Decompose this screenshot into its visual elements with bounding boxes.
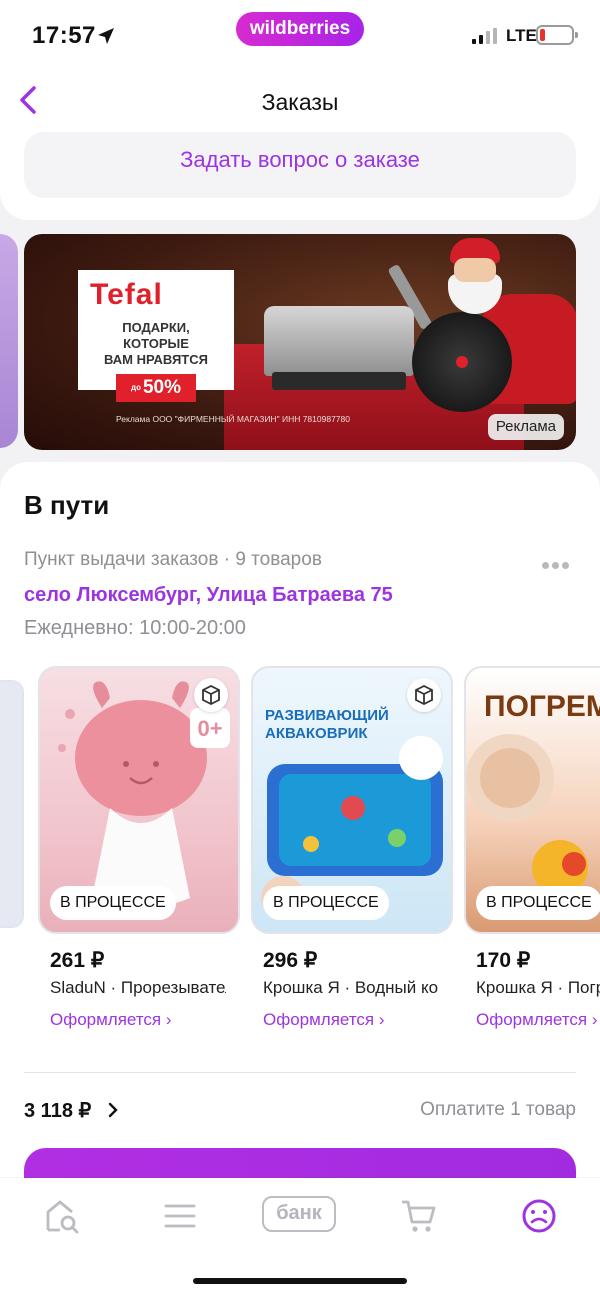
status-badge: В ПРОЦЕССЕ xyxy=(476,886,600,920)
product-price: 170 ₽ xyxy=(476,949,531,972)
status-badge: В ПРОЦЕССЕ xyxy=(263,886,389,920)
discount-badge: до 50% xyxy=(116,374,196,402)
chevron-right-icon[interactable] xyxy=(106,1102,120,1118)
pickup-hours: Ежедневно: 10:00-20:00 xyxy=(24,617,246,639)
status-bar: 17:57 wildberries LTE xyxy=(0,0,600,72)
order-status-link[interactable]: Оформляется › xyxy=(50,1010,172,1030)
tab-bar: банк xyxy=(0,1178,600,1297)
package-icon xyxy=(194,678,228,712)
product-price: 261 ₽ xyxy=(50,949,105,972)
product-description: SladuN · Прорезыватель xyxy=(50,978,226,997)
ad-legal-text: Реклама ООО "ФИРМЕННЫЙ МАГАЗИН" ИНН 7810… xyxy=(116,414,350,424)
signal-icon xyxy=(472,28,497,44)
product-description: Крошка Я · Погремушка xyxy=(476,978,600,997)
location-arrow-icon xyxy=(98,28,114,44)
product-image[interactable]: 0+ В ПРОЦЕССЕ xyxy=(38,666,240,934)
product-description: Крошка Я · Водный коврик xyxy=(263,978,439,997)
more-options-icon[interactable] xyxy=(542,556,572,574)
brand-logo: Tefal xyxy=(90,278,163,311)
frying-pan-image xyxy=(412,312,512,412)
brand-badge: wildberries xyxy=(236,12,364,46)
products-carousel[interactable]: 0+ В ПРОЦЕССЕ 261 ₽ SladuN · Прорезывате… xyxy=(0,666,600,1046)
package-icon xyxy=(407,678,441,712)
grill-image xyxy=(264,306,414,390)
home-indicator xyxy=(193,1278,407,1284)
order-status-link[interactable]: Оформляется › xyxy=(476,1010,598,1030)
product-image[interactable]: ПОГРЕМ В ПРОЦЕССЕ xyxy=(464,666,600,934)
svg-text:ПОГРЕМ: ПОГРЕМ xyxy=(484,690,600,723)
product-price: 296 ₽ xyxy=(263,949,318,972)
order-status-link[interactable]: Оформляется › xyxy=(263,1010,385,1030)
network-type: LTE xyxy=(506,26,537,45)
ask-question-button[interactable]: Задать вопрос о заказе xyxy=(24,132,576,198)
pickup-address[interactable]: село Люксембург, Улица Батраева 75 xyxy=(24,584,393,607)
svg-text:0+: 0+ xyxy=(197,716,222,741)
status-badge: В ПРОЦЕССЕ xyxy=(50,886,176,920)
ad-label: Реклама xyxy=(487,414,564,440)
discount-value: 50% xyxy=(142,377,181,399)
santa-image xyxy=(442,238,512,318)
cart-icon[interactable] xyxy=(388,1196,448,1236)
page-title: Заказы xyxy=(261,89,339,115)
svg-text:АКВАКОВРИК: АКВАКОВРИК xyxy=(265,725,368,742)
section-title: В пути xyxy=(24,490,110,520)
divider xyxy=(24,1072,576,1073)
profile-icon[interactable] xyxy=(509,1196,569,1236)
order-total[interactable]: 3 118 ₽ xyxy=(24,1098,91,1123)
promo-line-2: КОТОРЫЕ xyxy=(123,336,189,351)
pickup-point-info: Пункт выдачи заказов · 9 товаров xyxy=(24,549,322,570)
bank-tab[interactable]: банк xyxy=(262,1196,336,1232)
battery-icon xyxy=(536,25,578,45)
discount-prefix: до xyxy=(131,383,141,392)
payment-hint: Оплатите 1 товар xyxy=(420,1099,576,1120)
previous-item-peek[interactable] xyxy=(0,680,24,928)
home-search-icon[interactable] xyxy=(36,1196,96,1236)
ad-banner[interactable]: Tefal ПОДАРКИ, КОТОРЫЕ ВАМ НРАВЯТСЯ до 50… xyxy=(24,234,576,450)
previous-banner-peek[interactable] xyxy=(0,234,18,448)
catalog-menu-icon[interactable] xyxy=(150,1196,210,1236)
promo-line-3: ВАМ НРАВЯТСЯ xyxy=(104,352,208,367)
order-actions-card: Задать вопрос о заказе xyxy=(0,120,600,220)
status-time: 17:57 xyxy=(32,22,96,49)
ad-promo-box: Tefal ПОДАРКИ, КОТОРЫЕ ВАМ НРАВЯТСЯ до 50… xyxy=(78,270,234,402)
promo-line-1: ПОДАРКИ, xyxy=(122,320,190,335)
product-image[interactable]: РАЗВИВАЮЩИЙ АКВАКОВРИК В ПРОЦЕССЕ xyxy=(251,666,453,934)
in-transit-section: В пути Пункт выдачи заказов · 9 товаров … xyxy=(0,462,600,1208)
svg-text:РАЗВИВАЮЩИЙ: РАЗВИВАЮЩИЙ xyxy=(265,706,389,724)
